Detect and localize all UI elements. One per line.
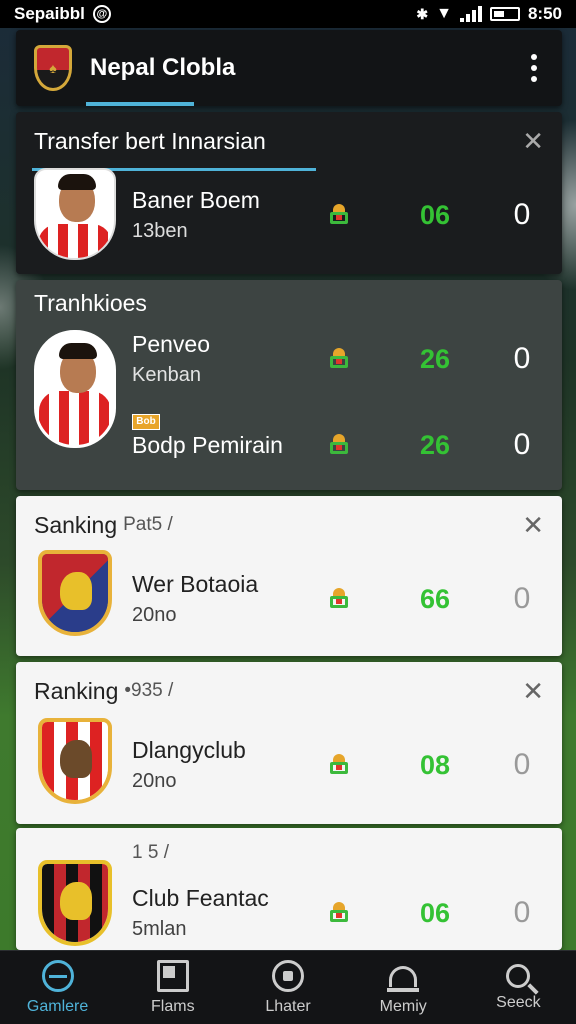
secondary-value: 0 bbox=[513, 582, 531, 615]
close-icon[interactable]: ✕ bbox=[522, 510, 544, 541]
player-avatar bbox=[34, 168, 116, 260]
card-title: Ranking bbox=[34, 677, 119, 704]
nav-item-flams[interactable]: Flams bbox=[115, 951, 230, 1024]
bluetooth-icon: ✱ bbox=[416, 5, 429, 22]
nav-label: Seeck bbox=[496, 993, 541, 1011]
frame-icon bbox=[156, 959, 189, 992]
card-subtitle: •935 / bbox=[124, 680, 174, 701]
club-icon bbox=[328, 204, 350, 226]
score-value: 26 bbox=[419, 343, 451, 374]
ranking-card[interactable]: Sanking Pat5 / ✕ Wer Botaoia 20no 66 0 bbox=[16, 496, 562, 656]
close-icon[interactable]: ✕ bbox=[522, 676, 544, 707]
club-icon bbox=[328, 588, 350, 610]
club-icon bbox=[328, 902, 350, 924]
overflow-menu-icon[interactable] bbox=[524, 54, 544, 82]
list-item[interactable]: Penveo Kenban 26 0 bbox=[16, 326, 562, 392]
app-title: Nepal Clobla bbox=[90, 54, 236, 81]
clock: 8:50 bbox=[527, 4, 562, 23]
stadium-icon bbox=[387, 960, 420, 992]
battery-icon bbox=[489, 7, 520, 21]
nav-item-seeck[interactable]: Seeck bbox=[461, 951, 576, 1024]
score-value: 08 bbox=[419, 749, 451, 780]
card-header: Ranking •935 / ✕ bbox=[16, 662, 562, 720]
score-value: 06 bbox=[419, 199, 451, 230]
nav-label: Gamlere bbox=[26, 997, 89, 1015]
card-subtitle: Pat5 / bbox=[123, 514, 173, 535]
at-icon: @ bbox=[92, 5, 111, 23]
list-item[interactable]: Club Feantac 5mlan 06 0 bbox=[16, 860, 562, 948]
signal-icon bbox=[459, 6, 482, 22]
secondary-value: 0 bbox=[513, 342, 531, 375]
list-item[interactable]: Dlangyclub 20no 08 0 bbox=[16, 718, 562, 810]
ranking-card[interactable]: Ranking •935 / ✕ Dlangyclub 20no 08 0 bbox=[16, 662, 562, 824]
secondary-value: 0 bbox=[513, 428, 531, 461]
nav-item-lhater[interactable]: Lhater bbox=[230, 951, 345, 1024]
carrier-name: Sepaibbl bbox=[14, 4, 85, 23]
list-item[interactable]: Bob Bodp Pemirain 26 0 bbox=[16, 392, 562, 486]
secondary-value: 0 bbox=[513, 748, 531, 781]
nav-item-memiy[interactable]: Memiy bbox=[346, 951, 461, 1024]
card-title: Sanking bbox=[34, 511, 118, 538]
status-bar: Sepaibbl @ ✱ ▼ 8:50 bbox=[0, 0, 576, 28]
card-title: Transfer bert Innarsian bbox=[34, 127, 266, 154]
ball-icon bbox=[272, 959, 304, 992]
card-header: Tranhkioes bbox=[16, 280, 562, 326]
app-bar: ♠ Nepal Clobla bbox=[16, 30, 562, 106]
card-header: Transfer bert Innarsian ✕ bbox=[16, 112, 562, 170]
list-item[interactable]: Wer Botaoia 20no 66 0 bbox=[16, 550, 562, 644]
nav-item-gamlere[interactable]: Gamlere bbox=[0, 951, 115, 1024]
list-item[interactable]: Baner Boem 13ben 06 0 bbox=[16, 168, 562, 260]
club-badge bbox=[38, 550, 112, 636]
club-icon bbox=[328, 434, 350, 456]
club-icon bbox=[328, 348, 350, 370]
search-icon bbox=[506, 963, 531, 988]
score-value: 26 bbox=[419, 429, 451, 460]
tab-indicator bbox=[86, 102, 194, 106]
card-title: Tranhkioes bbox=[34, 289, 147, 316]
globe-icon bbox=[41, 959, 74, 992]
club-icon bbox=[328, 754, 350, 776]
score-value: 06 bbox=[419, 897, 451, 928]
card-header: Sanking Pat5 / ✕ bbox=[16, 496, 562, 554]
club-badge bbox=[38, 860, 112, 946]
secondary-value: 0 bbox=[513, 896, 531, 929]
bottom-navigation: Gamlere Flams Lhater Memiy Seeck bbox=[0, 950, 576, 1024]
transfers-card[interactable]: Tranhkioes Penveo Kenban 26 0 Bob Bodp P… bbox=[16, 280, 562, 490]
transfer-card[interactable]: Transfer bert Innarsian ✕ Baner Boem 13b… bbox=[16, 112, 562, 274]
club-crest-icon: ♠ bbox=[34, 45, 72, 91]
secondary-value: 0 bbox=[513, 198, 531, 231]
nav-label: Flams bbox=[151, 997, 195, 1015]
ranking-card[interactable]: 1 5 / Club Feantac 5mlan 06 0 bbox=[16, 828, 562, 950]
card-subtitle: 1 5 / bbox=[132, 842, 169, 863]
score-value: 66 bbox=[419, 583, 451, 614]
close-icon[interactable]: ✕ bbox=[522, 126, 544, 157]
club-badge bbox=[38, 718, 112, 804]
tag-badge: Bob bbox=[132, 414, 160, 430]
nav-label: Lhater bbox=[265, 997, 311, 1015]
nav-label: Memiy bbox=[379, 997, 427, 1015]
wifi-icon: ▼ bbox=[436, 5, 452, 22]
